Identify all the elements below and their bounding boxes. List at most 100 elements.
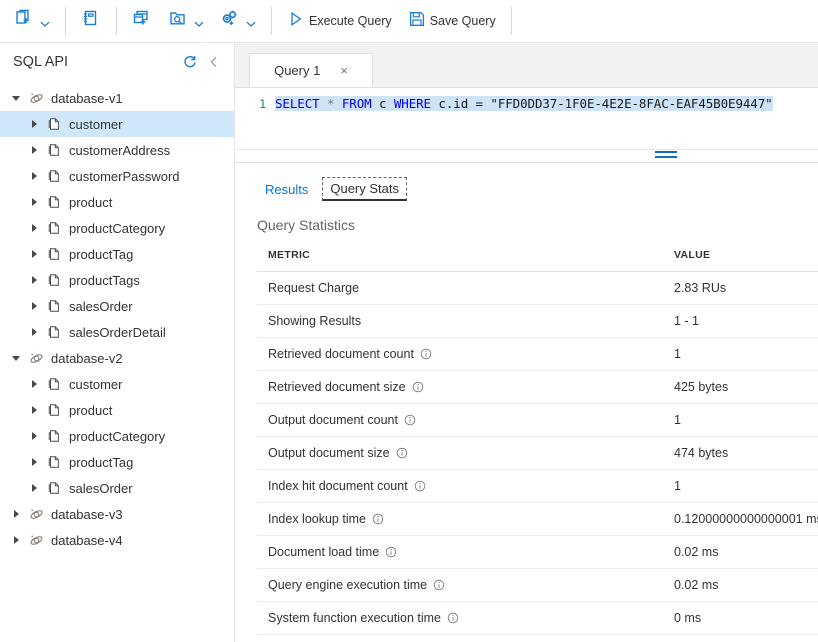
chevron-down-icon (246, 16, 256, 27)
caret-right-icon[interactable] (24, 146, 44, 154)
info-icon[interactable] (404, 414, 416, 426)
refresh-icon[interactable] (180, 52, 200, 72)
tree-item-container-productTags[interactable]: productTags (0, 267, 234, 293)
code-token: c (371, 96, 394, 111)
info-icon[interactable] (447, 612, 459, 624)
container-icon (44, 325, 64, 339)
tree-item-container-customer[interactable]: customer (0, 371, 234, 397)
code-token: FROM (341, 96, 372, 111)
table-row: Retrieved document size 425 bytes (257, 370, 818, 404)
query-text[interactable]: SELECT * FROM c WHERE c.id = "FFD0DD37-1… (275, 96, 773, 111)
database-icon (26, 533, 46, 548)
new-container-icon (14, 9, 34, 34)
caret-right-icon[interactable] (24, 302, 44, 310)
tree-item-container-customer[interactable]: customer (0, 111, 234, 137)
tree-item-label: salesOrderDetail (69, 324, 166, 340)
new-stored-procedure-button[interactable] (212, 4, 264, 38)
new-notebook-button[interactable] (73, 4, 109, 38)
info-icon[interactable] (385, 546, 397, 558)
tree-item-label: database-v4 (51, 532, 123, 548)
save-query-button[interactable]: Save Query (400, 4, 504, 38)
execute-query-button[interactable]: Execute Query (279, 4, 400, 38)
metric-cell: Index lookup time (257, 502, 663, 536)
metric-cell: Output document count (257, 403, 663, 437)
info-icon[interactable] (396, 447, 408, 459)
caret-right-icon[interactable] (24, 250, 44, 258)
tree-item-container-salesOrder[interactable]: salesOrder (0, 293, 234, 319)
tree-item-label: productTag (69, 246, 134, 262)
chevron-left-icon[interactable] (204, 52, 224, 72)
container-icon (44, 429, 64, 443)
line-number: 1 (259, 97, 266, 111)
tree-item-database-database-v4[interactable]: database-v4 (0, 527, 234, 553)
caret-right-icon[interactable] (24, 484, 44, 492)
value-cell: 425 bytes (663, 370, 818, 404)
caret-right-icon[interactable] (6, 510, 26, 518)
tree-item-label: database-v2 (51, 350, 123, 366)
database-icon (26, 91, 46, 106)
new-sql-query-button[interactable] (124, 4, 160, 38)
close-icon[interactable]: × (340, 64, 348, 77)
tree-item-container-productCategory[interactable]: productCategory (0, 423, 234, 449)
container-icon (44, 143, 64, 157)
tree-item-container-salesOrderDetail[interactable]: salesOrderDetail (0, 319, 234, 345)
tree-item-database-database-v3[interactable]: database-v3 (0, 501, 234, 527)
caret-right-icon[interactable] (6, 536, 26, 544)
tree-item-container-salesOrder[interactable]: salesOrder (0, 475, 234, 501)
caret-right-icon[interactable] (24, 380, 44, 388)
tree-item-label: customer (69, 376, 123, 392)
caret-right-icon[interactable] (24, 328, 44, 336)
caret-down-icon[interactable] (6, 95, 26, 101)
metric-label: Output document size (268, 446, 390, 460)
info-icon[interactable] (412, 381, 424, 393)
caret-right-icon[interactable] (24, 276, 44, 284)
query-editor[interactable]: 1 SELECT * FROM c WHERE c.id = "FFD0DD37… (235, 88, 818, 150)
save-icon (408, 10, 426, 33)
caret-right-icon[interactable] (24, 224, 44, 232)
info-icon[interactable] (433, 579, 445, 591)
caret-right-icon[interactable] (24, 198, 44, 206)
tree-item-label: productTag (69, 454, 134, 470)
caret-down-icon[interactable] (6, 355, 26, 361)
tree-item-container-product[interactable]: product (0, 189, 234, 215)
tree-item-container-productTag[interactable]: productTag (0, 449, 234, 475)
query-tab[interactable]: Query 1 × (249, 53, 373, 87)
tree-item-container-customerPassword[interactable]: customerPassword (0, 163, 234, 189)
tree-item-database-database-v1[interactable]: database-v1 (0, 85, 234, 111)
tree-item-container-product[interactable]: product (0, 397, 234, 423)
caret-right-icon[interactable] (24, 120, 44, 128)
execute-query-label: Execute Query (309, 14, 392, 28)
table-row: Request Charge 2.83 RUs (257, 271, 818, 305)
caret-right-icon[interactable] (24, 458, 44, 466)
pane-splitter[interactable] (235, 150, 818, 163)
metric-label: Output document count (268, 413, 398, 427)
caret-right-icon[interactable] (24, 172, 44, 180)
info-icon[interactable] (420, 348, 432, 360)
query-statistics-panel: Query Statistics METRIC VALUE Request Ch… (235, 203, 818, 635)
tab-results[interactable]: Results (257, 178, 316, 201)
resource-tree-sidebar: SQL API database-v1 customer customerAddre… (0, 43, 235, 642)
new-container-button[interactable] (6, 4, 58, 38)
tree-item-database-database-v2[interactable]: database-v2 (0, 345, 234, 371)
table-row: Output document count 1 (257, 403, 818, 437)
tree-item-label: product (69, 402, 113, 418)
tree-item-container-customerAddress[interactable]: customerAddress (0, 137, 234, 163)
value-cell: 474 bytes (663, 436, 818, 470)
info-icon[interactable] (372, 513, 384, 525)
metric-cell: Output document size (257, 436, 663, 470)
value-cell: 0 ms (663, 601, 818, 635)
tree-item-container-productCategory[interactable]: productCategory (0, 215, 234, 241)
table-row: Document load time 0.02 ms (257, 535, 818, 569)
tab-query-stats[interactable]: Query Stats (322, 177, 407, 201)
caret-right-icon[interactable] (24, 406, 44, 414)
container-icon (44, 377, 64, 391)
container-icon (44, 455, 64, 469)
splitter-handle[interactable] (655, 151, 677, 162)
tree-item-container-productTag[interactable]: productTag (0, 241, 234, 267)
info-icon[interactable] (414, 480, 426, 492)
open-query-button[interactable] (160, 4, 212, 38)
caret-right-icon[interactable] (24, 432, 44, 440)
value-cell: 1 (663, 469, 818, 503)
query-tabstrip: Query 1 × (235, 43, 818, 88)
query-statistics-table: METRIC VALUE Request Charge 2.83 RUs Showi… (257, 249, 818, 635)
